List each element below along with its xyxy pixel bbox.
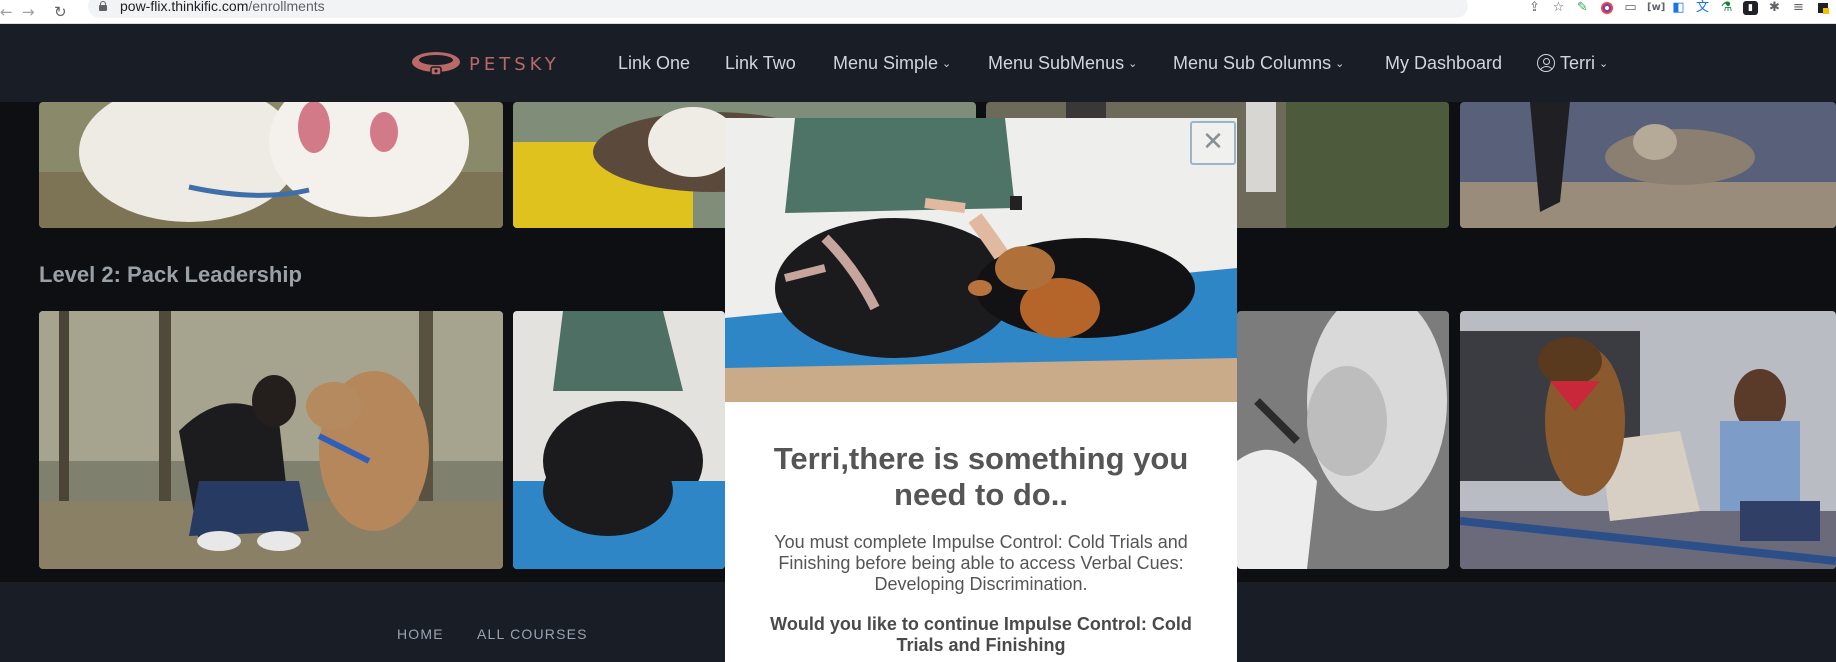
footer-link-home[interactable]: HOME bbox=[397, 626, 444, 642]
extension-screen-icon[interactable]: ▭ bbox=[1623, 1, 1638, 15]
reload-icon[interactable]: ↻ bbox=[54, 0, 67, 24]
share-icon[interactable]: ⇪ bbox=[1527, 1, 1542, 15]
logo-text: PETSKY bbox=[469, 54, 560, 75]
nav-my-dashboard[interactable]: My Dashboard bbox=[1385, 24, 1502, 102]
url-path: /enrollments bbox=[248, 0, 325, 14]
section-title-level-2: Level 2: Pack Leadership bbox=[39, 262, 302, 287]
nav-link-one-label: Link One bbox=[618, 52, 691, 73]
collar-logo-icon bbox=[412, 52, 460, 76]
course-card-woman-hugging-dog[interactable] bbox=[39, 311, 503, 569]
nav-menu-simple[interactable]: Menu Simple ⌄ bbox=[833, 24, 951, 102]
footer-link-all-courses[interactable]: ALL COURSES bbox=[477, 626, 588, 642]
lock-icon[interactable] bbox=[99, 1, 107, 12]
chevron-down-icon: ⌄ bbox=[1335, 56, 1345, 70]
nav-my-dashboard-label: My Dashboard bbox=[1385, 52, 1503, 73]
chevron-down-icon: ⌄ bbox=[942, 56, 952, 70]
nav-menu-simple-label: Menu Simple bbox=[833, 52, 939, 73]
nav-menu-submenus[interactable]: Menu SubMenus ⌄ bbox=[988, 24, 1137, 102]
modal-message: You must complete Impulse Control: Cold … bbox=[774, 532, 1188, 594]
reading-list-icon[interactable]: ≡ bbox=[1791, 1, 1806, 15]
course-card-blonde-woman-dog[interactable] bbox=[1237, 311, 1449, 569]
forward-icon[interactable]: → bbox=[22, 0, 35, 24]
extensions-puzzle-icon[interactable]: ✱ bbox=[1767, 1, 1782, 15]
extension-yellow-icon[interactable] bbox=[1815, 1, 1830, 15]
extension-green-icon[interactable]: ⚗ bbox=[1719, 1, 1734, 15]
course-card-shepherd-bandana[interactable] bbox=[1460, 311, 1836, 569]
browser-toolbar: ← → ↻ pow-flix.thinkific.com/enrollments… bbox=[0, 0, 1836, 24]
nav-link-two-label: Link Two bbox=[725, 52, 796, 73]
bookmark-star-icon[interactable]: ☆ bbox=[1551, 1, 1566, 15]
extension-dark-icon[interactable]: ▮ bbox=[1743, 1, 1758, 15]
locked-lesson-modal: Terri,there is something you need to do.… bbox=[725, 118, 1237, 662]
extension-w-icon[interactable]: [w] bbox=[1647, 1, 1665, 15]
modal-yoga-dog-image bbox=[725, 118, 1237, 402]
chevron-down-icon: ⌄ bbox=[1128, 56, 1138, 70]
extension-translate-icon[interactable]: 文 bbox=[1695, 1, 1710, 15]
user-avatar-icon bbox=[1537, 54, 1555, 72]
modal-question: Would you like to continue Impulse Contr… bbox=[770, 614, 1192, 655]
site-header: PETSKY Link One Link Two Menu Simple ⌄ Me… bbox=[0, 24, 1836, 102]
chevron-down-icon: ⌄ bbox=[1599, 56, 1609, 70]
close-icon[interactable]: ✕ bbox=[1190, 121, 1236, 165]
nav-menu-sub-columns[interactable]: Menu Sub Columns ⌄ bbox=[1173, 24, 1344, 102]
url-text[interactable]: pow-flix.thinkific.com/enrollments bbox=[120, 0, 325, 14]
nav-menu-submenus-label: Menu SubMenus bbox=[988, 52, 1125, 73]
nav-user-name: Terri bbox=[1560, 52, 1595, 73]
extension-blue-icon[interactable]: ◧ bbox=[1671, 1, 1686, 15]
extension-color-icon[interactable] bbox=[1599, 1, 1614, 15]
nav-link-one[interactable]: Link One bbox=[618, 24, 690, 102]
extension-pen-icon[interactable]: ✎ bbox=[1575, 1, 1590, 15]
nav-user-menu[interactable]: Terri ⌄ bbox=[1537, 24, 1608, 102]
course-card-yoga-dog[interactable] bbox=[513, 311, 725, 569]
browser-extension-icons: ⇪ ☆ ✎ ▭ [w] ◧ 文 ⚗ ▮ ✱ ≡ bbox=[1527, 0, 1836, 16]
course-card-beach-husky[interactable] bbox=[1460, 102, 1836, 228]
course-card-samoyeds[interactable] bbox=[39, 102, 503, 228]
petsky-logo[interactable]: PETSKY bbox=[411, 47, 571, 81]
nav-menu-sub-columns-label: Menu Sub Columns bbox=[1173, 52, 1332, 73]
back-icon[interactable]: ← bbox=[0, 0, 13, 24]
url-host: pow-flix.thinkific.com bbox=[120, 0, 249, 14]
nav-link-two[interactable]: Link Two bbox=[725, 24, 796, 102]
modal-title: Terri,there is something you need to do.… bbox=[773, 441, 1189, 512]
